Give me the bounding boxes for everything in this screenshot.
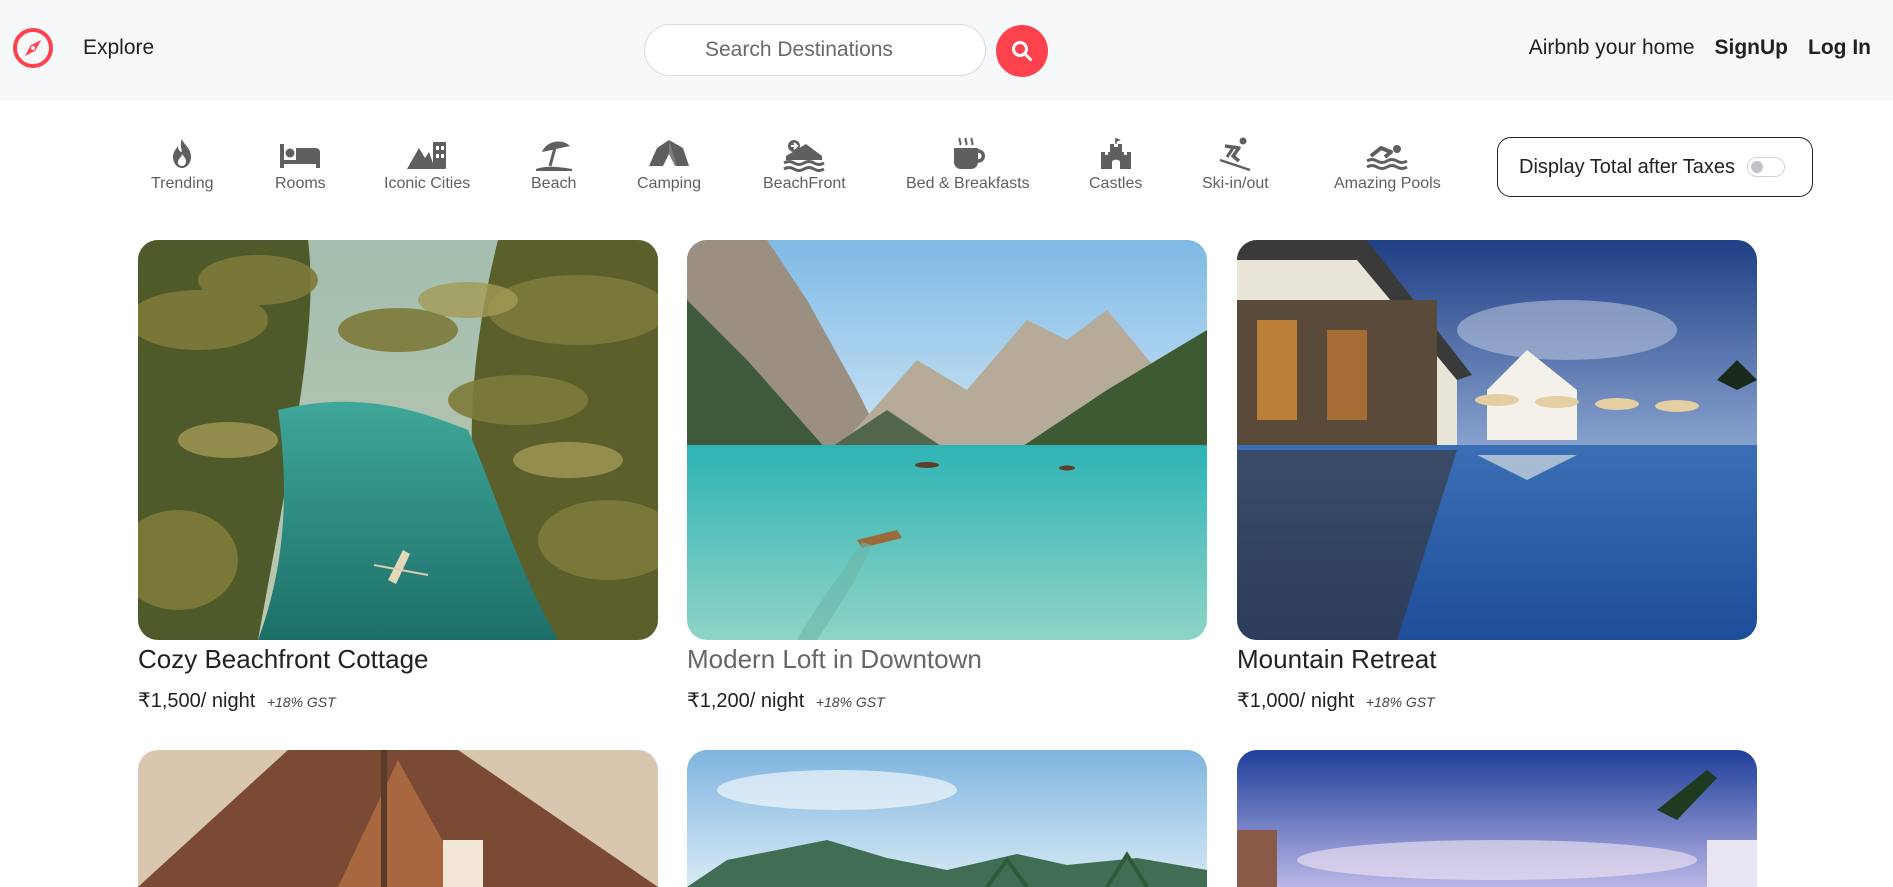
swimmer-icon: [1366, 145, 1409, 170]
filter-label: Iconic Cities: [384, 175, 471, 192]
skiing-icon: [1219, 137, 1251, 172]
filter-iconic-cities[interactable]: Iconic Cities: [384, 136, 470, 193]
listing-card[interactable]: Cozy Beachfront Cottage ₹1,500/ night +1…: [138, 240, 658, 713]
water-wave-icon: [783, 140, 826, 172]
listing-card[interactable]: Mountain Retreat ₹1,000/ night +18% GST: [1237, 240, 1757, 713]
listing-image-beach-sunset[interactable]: [1237, 750, 1757, 887]
filter-rooms[interactable]: Rooms: [275, 136, 326, 193]
login-link[interactable]: Log In: [1808, 36, 1871, 60]
tent-icon: [649, 140, 690, 166]
listing-card[interactable]: [1237, 750, 1757, 887]
listing-image-mountain-lake[interactable]: [687, 240, 1207, 640]
listing-price: ₹1,200/ night +18% GST: [687, 688, 1207, 713]
category-filters: Trending Rooms Iconic Cities Beach Campi…: [0, 100, 1893, 210]
listing-card[interactable]: [138, 750, 658, 887]
listing-price: ₹1,500/ night +18% GST: [138, 688, 658, 713]
bed-icon: [280, 144, 321, 168]
filter-label: Amazing Pools: [1334, 175, 1441, 192]
tax-switch[interactable]: [1747, 157, 1786, 177]
filter-beach[interactable]: Beach: [531, 136, 576, 193]
listing-image-resort-pool[interactable]: [1237, 240, 1757, 640]
tax-note: +18% GST: [1365, 694, 1435, 710]
tax-toggle-label: Display Total after Taxes: [1519, 155, 1736, 178]
search-button[interactable]: [996, 25, 1048, 77]
switch-knob: [1751, 161, 1764, 173]
airbnb-your-home-link[interactable]: Airbnb your home: [1529, 36, 1695, 60]
search-icon: [1012, 41, 1032, 61]
filter-label: Rooms: [275, 175, 326, 192]
filter-label: Camping: [637, 175, 702, 192]
price-value: ₹1,500/ night: [138, 690, 256, 712]
coffee-mug-icon: [953, 137, 985, 169]
filter-label: Ski-in/out: [1202, 175, 1269, 192]
filter-castles[interactable]: Castles: [1089, 136, 1142, 193]
listing-title[interactable]: Cozy Beachfront Cottage: [138, 644, 658, 675]
fire-icon: [173, 139, 192, 168]
listing-card[interactable]: Modern Loft in Downtown ₹1,200/ night +1…: [687, 240, 1207, 713]
filter-bed-and-breakfasts[interactable]: Bed & Breakfasts: [906, 136, 1030, 193]
listing-title[interactable]: Mountain Retreat: [1237, 644, 1757, 675]
umbrella-beach-icon: [535, 141, 572, 171]
explore-link[interactable]: Explore: [83, 36, 154, 60]
listing-title[interactable]: Modern Loft in Downtown: [687, 644, 1207, 675]
price-value: ₹1,000/ night: [1237, 690, 1355, 712]
filter-label: Trending: [151, 175, 214, 192]
signup-link[interactable]: SignUp: [1715, 36, 1789, 60]
listing-image-tropical-cliffs[interactable]: [687, 750, 1207, 887]
filter-camping[interactable]: Camping: [637, 136, 701, 193]
filter-beachfront[interactable]: BeachFront: [763, 136, 846, 193]
tax-note: +18% GST: [815, 694, 885, 710]
listing-price: ₹1,000/ night +18% GST: [1237, 688, 1757, 713]
filter-amazing-pools[interactable]: Amazing Pools: [1334, 136, 1441, 193]
filter-ski-in-out[interactable]: Ski-in/out: [1202, 136, 1269, 193]
price-value: ₹1,200/ night: [687, 690, 805, 712]
castle-icon: [1100, 138, 1131, 169]
filter-label: BeachFront: [763, 175, 846, 192]
listing-card[interactable]: [687, 750, 1207, 887]
nav-links: Airbnb your home SignUp Log In: [1529, 36, 1871, 60]
filter-label: Beach: [531, 175, 577, 192]
listing-image-tropical-river[interactable]: [138, 240, 658, 640]
city-icon: [407, 142, 447, 169]
search-input[interactable]: [644, 24, 986, 76]
listing-image-wooden-cabin[interactable]: [138, 750, 658, 887]
filter-trending[interactable]: Trending: [151, 136, 214, 193]
tax-toggle[interactable]: Display Total after Taxes: [1497, 137, 1813, 197]
tax-note: +18% GST: [266, 694, 336, 710]
filter-label: Bed & Breakfasts: [906, 175, 1030, 192]
compass-icon[interactable]: [12, 27, 54, 69]
filter-label: Castles: [1089, 175, 1143, 192]
navbar: Explore Airbnb your home SignUp Log In: [0, 0, 1893, 100]
